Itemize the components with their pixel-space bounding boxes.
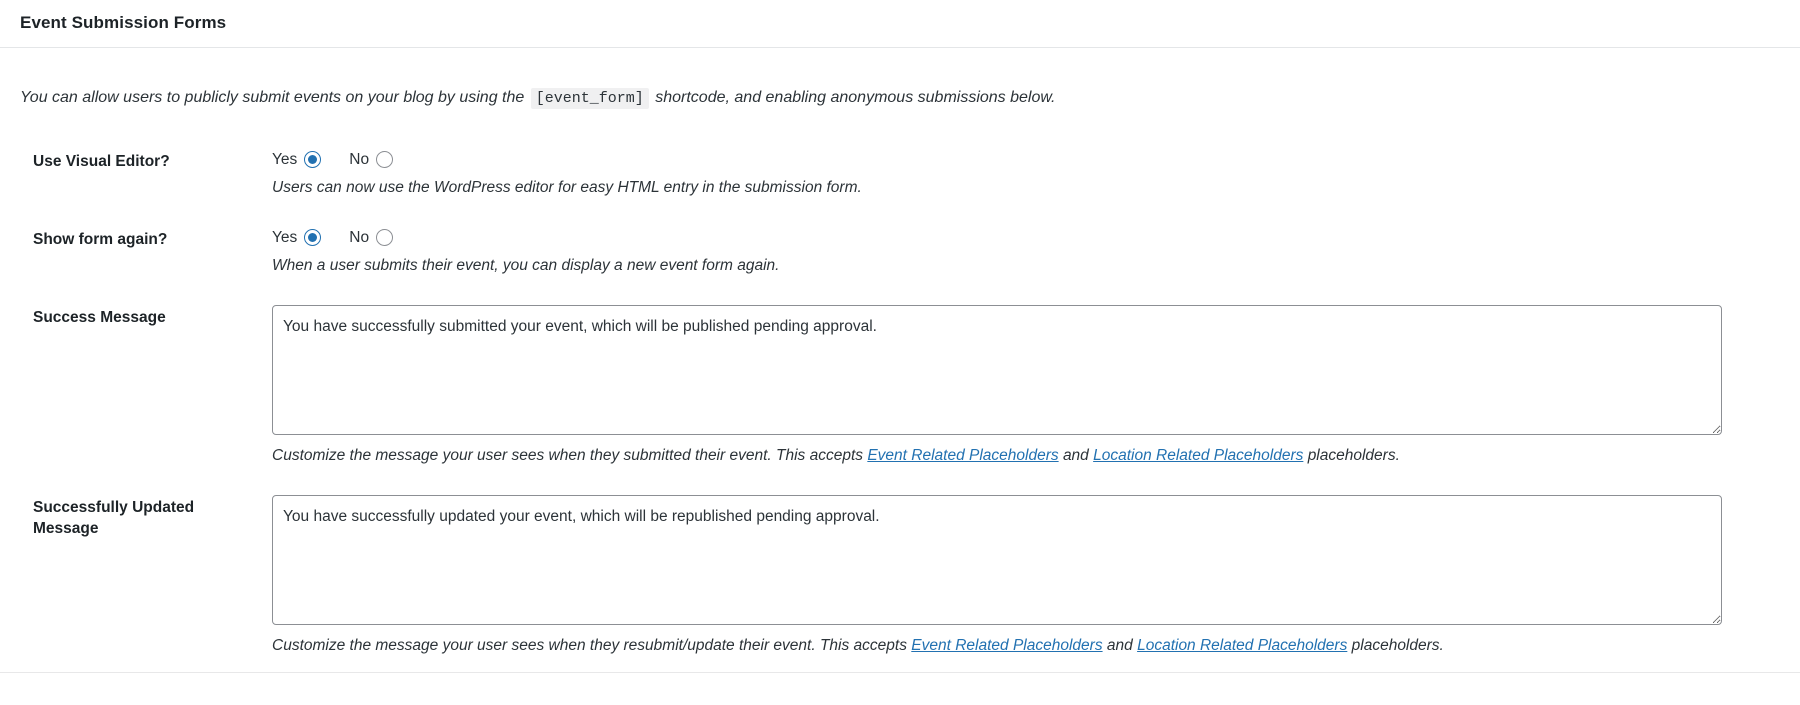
page-title: Event Submission Forms: [20, 12, 1780, 34]
panel-header: Event Submission Forms: [0, 0, 1800, 48]
description-use-visual-editor: Users can now use the WordPress editor f…: [272, 176, 1780, 199]
radio-group-use-visual-editor: Yes No: [272, 149, 1780, 171]
radio-show-form-again-no[interactable]: No: [349, 229, 393, 247]
description-updated-message-after: placeholders.: [1352, 637, 1444, 654]
link-location-related-placeholders-updated[interactable]: Location Related Placeholders: [1137, 637, 1347, 654]
intro-text: You can allow users to publicly submit e…: [0, 64, 1800, 119]
radio-show-form-again-yes-label: Yes: [272, 229, 297, 247]
link-event-related-placeholders-success[interactable]: Event Related Placeholders: [867, 447, 1058, 464]
radio-show-form-again-yes-indicator[interactable]: [304, 229, 321, 246]
field-show-form-again: Yes No When a user submits their event, …: [272, 213, 1800, 291]
field-updated-message: Customize the message your user sees whe…: [272, 481, 1800, 671]
description-show-form-again: When a user submits their event, you can…: [272, 254, 1780, 277]
radio-use-visual-editor-yes-label: Yes: [272, 151, 297, 169]
radio-show-form-again-no-label: No: [349, 229, 369, 247]
radio-group-show-form-again: Yes No: [272, 227, 1780, 249]
event-submission-forms-panel: Event Submission Forms You can allow use…: [0, 0, 1800, 673]
row-success-message: Success Message Customize the message yo…: [0, 291, 1800, 481]
field-success-message: Customize the message your user sees whe…: [272, 291, 1800, 481]
description-success-message: Customize the message your user sees whe…: [272, 444, 1780, 467]
radio-use-visual-editor-no-label: No: [349, 151, 369, 169]
intro-text-before: You can allow users to publicly submit e…: [20, 89, 524, 106]
row-use-visual-editor: Use Visual Editor? Yes No Users can now …: [0, 135, 1800, 213]
radio-use-visual-editor-yes-indicator[interactable]: [304, 151, 321, 168]
description-updated-message-before: Customize the message your user sees whe…: [272, 637, 907, 654]
success-message-textarea[interactable]: [272, 305, 1722, 435]
description-updated-message-and: and: [1107, 637, 1133, 654]
link-event-related-placeholders-updated[interactable]: Event Related Placeholders: [911, 637, 1102, 654]
description-success-message-before: Customize the message your user sees whe…: [272, 447, 863, 464]
link-location-related-placeholders-success[interactable]: Location Related Placeholders: [1093, 447, 1303, 464]
field-use-visual-editor: Yes No Users can now use the WordPress e…: [272, 135, 1800, 213]
row-updated-message: Successfully Updated Message Customize t…: [0, 481, 1800, 671]
bottom-divider: [0, 672, 1800, 673]
updated-message-textarea[interactable]: [272, 495, 1722, 625]
label-show-form-again: Show form again?: [0, 213, 272, 291]
radio-use-visual-editor-no-indicator[interactable]: [376, 151, 393, 168]
radio-show-form-again-no-indicator[interactable]: [376, 229, 393, 246]
label-success-message: Success Message: [0, 291, 272, 481]
description-success-message-and: and: [1063, 447, 1089, 464]
radio-use-visual-editor-no[interactable]: No: [349, 151, 393, 169]
intro-text-after: shortcode, and enabling anonymous submis…: [655, 89, 1055, 106]
radio-use-visual-editor-yes[interactable]: Yes: [272, 151, 321, 169]
shortcode-event-form: [event_form]: [531, 88, 649, 109]
radio-show-form-again-yes[interactable]: Yes: [272, 229, 321, 247]
settings-form-table: Use Visual Editor? Yes No Users can now …: [0, 135, 1800, 672]
label-updated-message: Successfully Updated Message: [0, 481, 272, 671]
description-updated-message: Customize the message your user sees whe…: [272, 634, 1780, 657]
row-show-form-again: Show form again? Yes No When a user subm…: [0, 213, 1800, 291]
description-success-message-after: placeholders.: [1308, 447, 1400, 464]
label-use-visual-editor: Use Visual Editor?: [0, 135, 272, 213]
